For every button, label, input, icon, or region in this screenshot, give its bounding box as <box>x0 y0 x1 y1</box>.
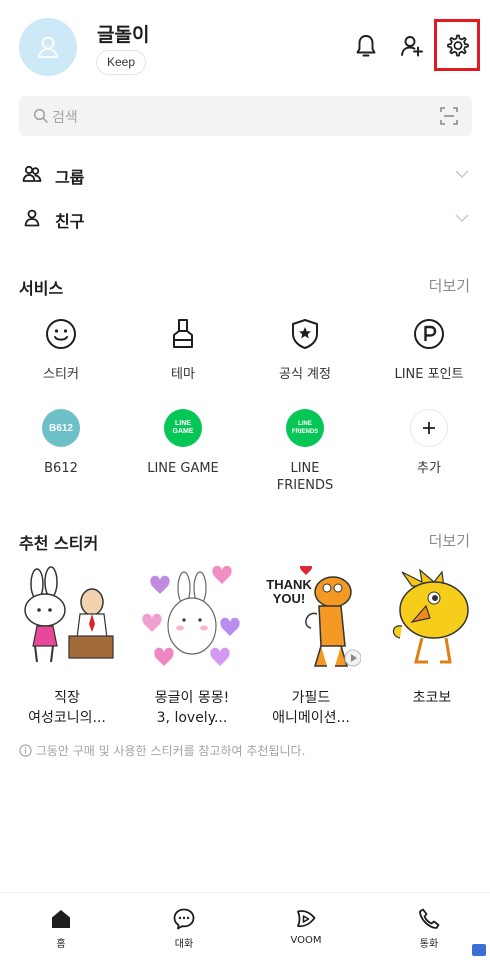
line-friends-logo-text: LINE FRIENDS <box>291 421 319 435</box>
service-line-game[interactable]: LINE GAME LINE GAME <box>128 408 238 477</box>
service-add[interactable]: 추가 <box>374 408 484 477</box>
add-friend-button[interactable] <box>396 30 428 62</box>
voom-icon <box>297 910 316 928</box>
services-more-link[interactable]: 더보기 <box>429 275 470 296</box>
nav-label: 대화 <box>174 939 194 950</box>
service-b612[interactable]: B612 B612 <box>6 408 116 477</box>
service-label: 공식 계정 <box>279 367 331 382</box>
b612-logo-text: B612 <box>49 422 73 434</box>
corner-indicator <box>472 944 486 956</box>
info-icon <box>19 744 32 757</box>
service-theme[interactable]: 테마 <box>128 314 238 383</box>
group-icon <box>22 165 42 182</box>
brush-icon <box>173 319 193 348</box>
nav-chats[interactable]: 대화 <box>144 907 224 950</box>
phone-icon <box>419 908 440 929</box>
service-official-account[interactable]: 공식 계정 <box>250 314 360 383</box>
profile-header: 글돌이 Keep <box>0 0 490 90</box>
sticker-title-line2: 애니메이션... <box>272 710 350 726</box>
notice-text: 그동안 구매 및 사용한 스티커를 참고하여 추천됩니다. <box>35 744 306 758</box>
plus-icon <box>410 409 448 447</box>
line-friends-logo: LINE FRIENDS <box>286 409 324 447</box>
add-friend-icon <box>401 36 423 57</box>
services-title: 서비스 <box>19 279 64 298</box>
line-game-logo: LINE GAME <box>164 409 202 447</box>
sticker-thumbnail-cony <box>17 566 117 674</box>
service-label: 추가 <box>417 461 441 476</box>
sticker-title-line1: 가필드 <box>291 690 331 706</box>
chevron-down-icon <box>455 170 469 179</box>
avatar[interactable] <box>19 18 77 76</box>
sticker-item[interactable]: 직장 여성코니의... <box>12 566 122 728</box>
service-label: LINE FRIENDS <box>276 461 334 493</box>
sticker-title-line1: 몽글이 몽몽! <box>154 690 230 706</box>
person-icon <box>24 209 40 227</box>
service-line-points[interactable]: LINE 포인트 <box>374 314 484 383</box>
search-bar[interactable]: 검색 <box>19 96 472 136</box>
section-groups[interactable]: 그룹 <box>0 154 490 194</box>
sticker-title-line1: 직장 <box>54 690 80 706</box>
nav-calls[interactable]: 통화 <box>389 907 469 950</box>
nav-label: 홈 <box>56 939 66 950</box>
sticker-thumbnail-monggeul <box>142 565 242 674</box>
sticker-item[interactable]: THANK YOU! 가필드 애니메이션... <box>256 564 366 728</box>
smiley-icon <box>46 319 76 349</box>
nav-home[interactable]: 홈 <box>21 907 101 950</box>
sticker-title-line2: 여성코니의... <box>28 710 106 726</box>
profile-name[interactable]: 글돌이 <box>97 20 149 47</box>
service-label: B612 <box>44 461 78 476</box>
section-label-friends: 친구 <box>55 212 85 231</box>
nav-label: VOOM <box>290 935 322 946</box>
notifications-button[interactable] <box>350 30 382 62</box>
official-shield-icon <box>292 319 318 349</box>
service-label: LINE GAME <box>147 461 219 476</box>
service-line-friends[interactable]: LINE FRIENDS LINE FRIENDS <box>250 408 360 494</box>
sticker-title-line2: 3, lovely... <box>156 710 228 726</box>
sticker-item[interactable]: 몽글이 몽몽! 3, lovely... <box>137 565 247 728</box>
points-icon <box>414 319 444 349</box>
sticker-section-title: 추천 스티커 <box>19 534 99 553</box>
bell-icon <box>356 35 376 57</box>
sticker-thumbnail-garfield: THANK YOU! <box>261 564 362 674</box>
sticker-item[interactable]: 초코보 <box>377 566 487 708</box>
service-label: 테마 <box>171 367 195 382</box>
search-icon <box>33 108 48 123</box>
keep-badge[interactable]: Keep <box>96 50 147 75</box>
service-label: LINE 포인트 <box>394 367 464 382</box>
service-label: 스티커 <box>43 367 79 382</box>
sticker-recommend-notice: 그동안 구매 및 사용한 스티커를 참고하여 추천됩니다. <box>19 742 305 759</box>
bottom-navigation: 홈 대화 VOOM 통화 <box>0 892 490 960</box>
home-icon <box>52 910 70 928</box>
search-input[interactable]: 검색 <box>52 107 78 127</box>
sticker-thumbnail-chocobo <box>382 566 482 674</box>
chat-icon <box>173 908 195 930</box>
chevron-down-icon <box>455 214 469 223</box>
nav-label: 통화 <box>419 939 439 950</box>
section-label-groups: 그룹 <box>55 168 85 187</box>
sticker-title-line1: 초코보 <box>412 690 452 706</box>
section-friends[interactable]: 친구 <box>0 198 490 238</box>
settings-highlight-box <box>434 19 480 71</box>
scan-icon[interactable] <box>440 107 458 125</box>
service-sticker[interactable]: 스티커 <box>6 314 116 383</box>
line-game-logo-text: LINE GAME <box>172 420 194 435</box>
sticker-more-link[interactable]: 더보기 <box>429 530 470 551</box>
nav-voom[interactable]: VOOM <box>266 907 346 946</box>
default-profile-icon <box>37 36 59 58</box>
sticker-art-text: THANK YOU! <box>266 577 312 606</box>
b612-logo: B612 <box>42 409 80 447</box>
